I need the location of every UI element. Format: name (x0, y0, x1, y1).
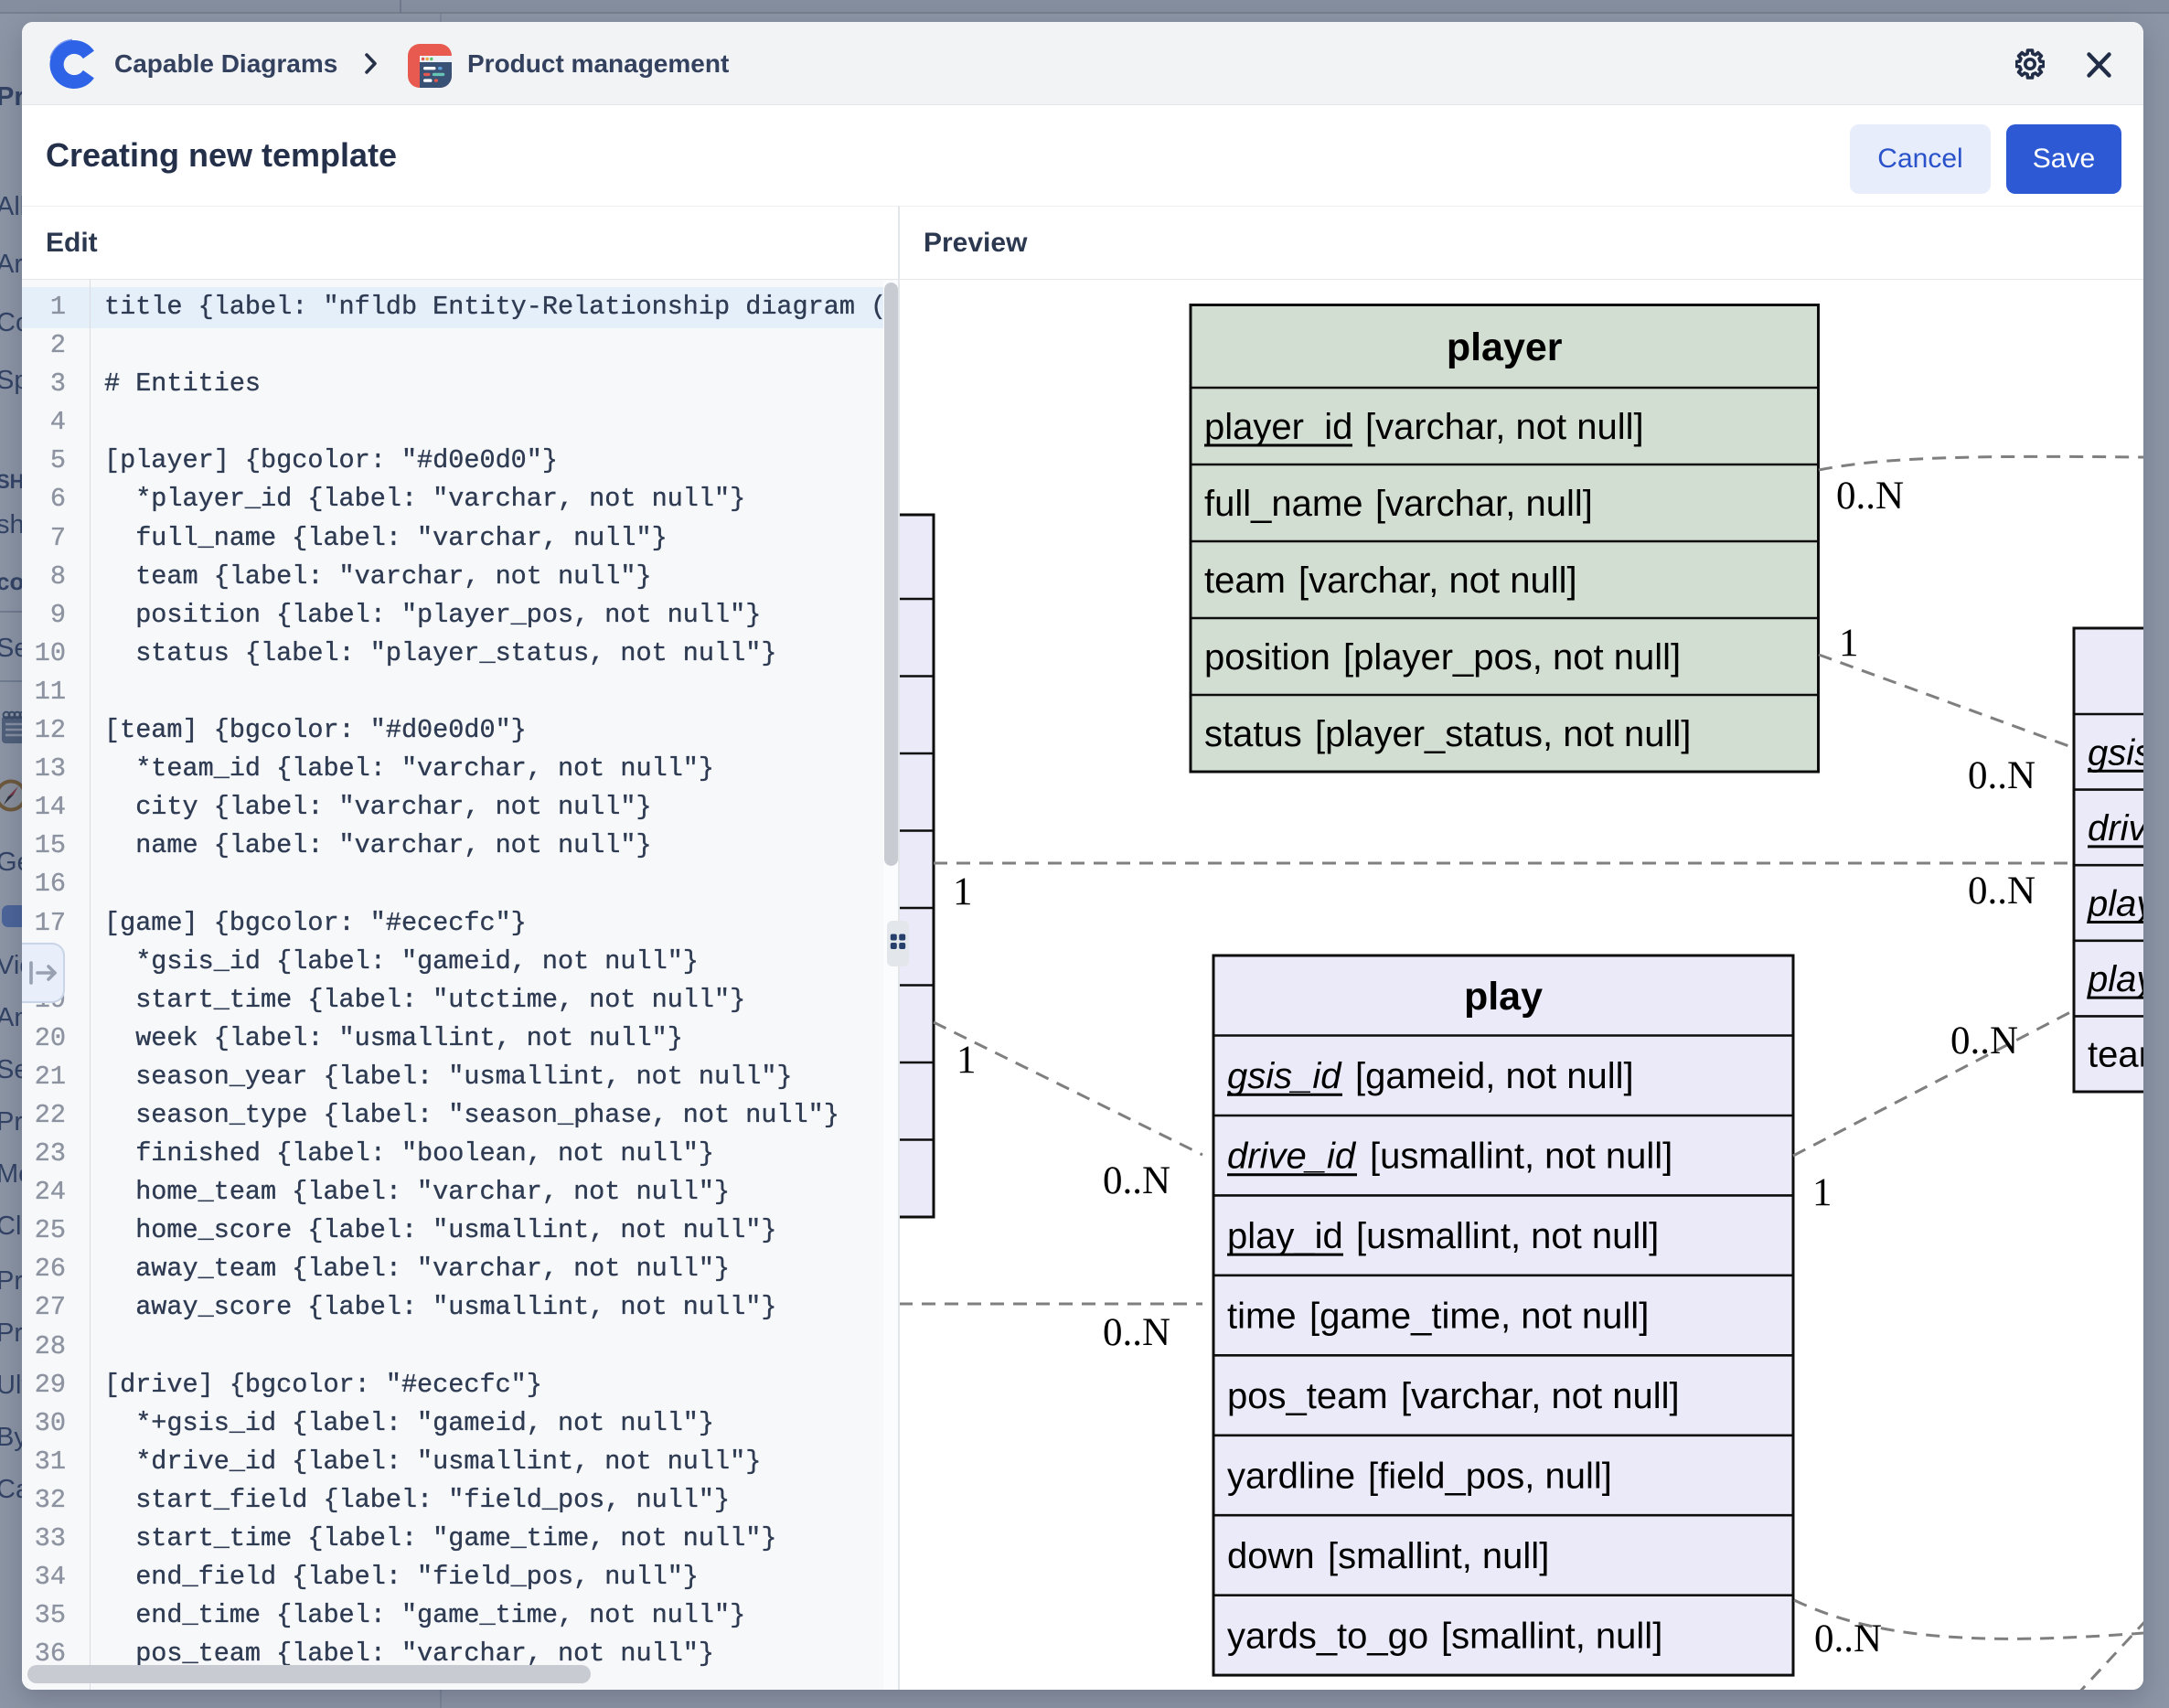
svg-text:[usmallint, not null]: [usmallint, not null] (1356, 1216, 1659, 1256)
svg-text:0..N: 0..N (1103, 1159, 1170, 1202)
svg-text:pos_team: pos_team (1227, 1376, 1388, 1416)
svg-text:gsis_id: gsis_id (2088, 732, 2143, 773)
svg-text:play_id: play_id (2087, 884, 2143, 924)
svg-text:play_id: play_id (1227, 1216, 1343, 1256)
svg-text:player_id: player_id (2087, 959, 2143, 999)
svg-text:[smallint, null]: [smallint, null] (1441, 1616, 1662, 1656)
svg-text:0..N: 0..N (1814, 1617, 1882, 1660)
svg-text:[varchar, not null]: [varchar, not null] (1298, 560, 1577, 601)
svg-text:0..N: 0..N (1103, 1311, 1170, 1354)
svg-text:gsis_id: gsis_id (1227, 1056, 1342, 1096)
svg-text:status: status (1204, 714, 1302, 754)
svg-text:player_id: player_id (1204, 407, 1352, 447)
svg-text:down: down (1227, 1536, 1315, 1576)
svg-text:team: team (2088, 1035, 2143, 1075)
svg-text:0..N: 0..N (1968, 870, 2035, 913)
svg-text:1: 1 (953, 870, 973, 913)
svg-text:[varchar, not null]: [varchar, not null] (1401, 1376, 1680, 1416)
svg-text:0..N: 0..N (1836, 475, 1904, 518)
svg-text:yardline: yardline (1227, 1457, 1355, 1497)
svg-text:0..N: 0..N (1968, 754, 2035, 797)
svg-text:[smallint, null]: [smallint, null] (1328, 1536, 1549, 1576)
svg-text:1: 1 (956, 1039, 977, 1082)
svg-text:drive_id: drive_id (1227, 1137, 1357, 1177)
svg-text:team: team (1204, 560, 1286, 601)
svg-text:[player_pos, not null]: [player_pos, not null] (1343, 637, 1681, 678)
svg-text:[gameid, not null]: [gameid, not null] (1355, 1056, 1634, 1096)
svg-text:yards_to_go: yards_to_go (1227, 1616, 1428, 1656)
svg-text:time: time (1227, 1297, 1297, 1337)
svg-text:player: player (1447, 326, 1563, 369)
svg-text:play: play (1464, 975, 1543, 1019)
svg-text:full_name: full_name (1204, 484, 1362, 524)
svg-text:[player_status, not null]: [player_status, not null] (1315, 714, 1691, 754)
svg-text:1: 1 (1812, 1171, 1832, 1214)
svg-text:[game_time, not null]: [game_time, not null] (1309, 1297, 1649, 1337)
svg-text:[field_pos, null]: [field_pos, null] (1368, 1457, 1612, 1497)
svg-text:1: 1 (1839, 622, 1859, 665)
svg-text:drive_id: drive_id (2088, 808, 2143, 849)
svg-text:[varchar, not null]: [varchar, not null] (1365, 407, 1644, 447)
svg-text:0..N: 0..N (1950, 1019, 2018, 1062)
svg-text:[usmallint, not null]: [usmallint, not null] (1370, 1137, 1672, 1177)
svg-text:[varchar, null]: [varchar, null] (1375, 484, 1593, 524)
svg-text:position: position (1204, 637, 1330, 678)
